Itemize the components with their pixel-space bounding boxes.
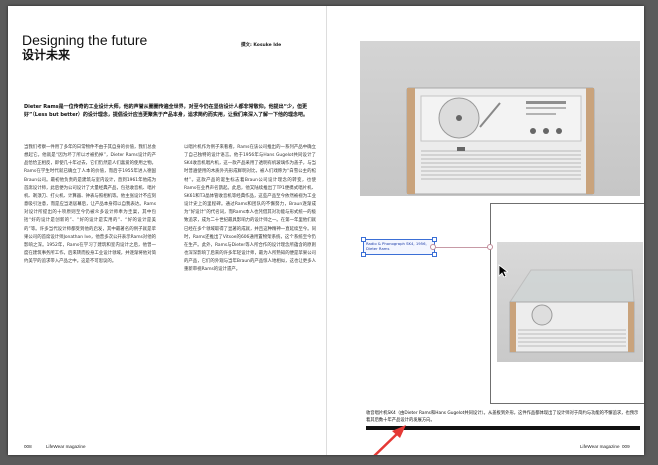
annotation-arrow-icon: [373, 425, 406, 455]
selection-handle-tl[interactable]: [361, 237, 366, 242]
selection-handle-tr[interactable]: [432, 237, 437, 242]
frame-link-line: [435, 247, 490, 248]
mouse-cursor-icon: [498, 264, 508, 278]
selection-handle-bl[interactable]: [361, 252, 366, 257]
link-handle-icon[interactable]: [430, 244, 436, 250]
selected-caption-frame[interactable]: Radio & Phonograph SK4, 1956, Dieter Ram…: [363, 239, 435, 255]
record-player-photo-small[interactable]: [490, 203, 644, 404]
body-column-2[interactable]: 以唱片机作为例子来看看，Rams在该公司推出的一系列产品中确立了自己独特的设计语…: [184, 144, 316, 275]
record-player-illustration-small: [509, 269, 635, 353]
spread-fold: [326, 6, 327, 455]
selected-caption-text: Radio & Phonograph SK4, 1956, Dieter Ram…: [366, 241, 427, 251]
record-player-photo-large[interactable]: [360, 41, 640, 196]
title-english[interactable]: Designing the future: [22, 32, 147, 48]
link-handle-icon[interactable]: [487, 244, 493, 250]
body-column-1[interactable]: 当我们考察一件用了多年的日常物件不由于其自身的价值，我们总会想起它。他就是“因为…: [24, 144, 156, 266]
magazine-spread: Designing the future 设计未来 撰文: Kosuke Ide…: [8, 6, 644, 455]
folio-left-magazine: LifeWear magazine: [46, 444, 86, 449]
folio-right-magazine: LifeWear magazine: [580, 444, 620, 449]
folio-right-number: 009: [622, 444, 630, 449]
folio-left-number: 008: [24, 444, 32, 449]
author-credit[interactable]: 撰文: Kosuke Ide: [241, 42, 281, 48]
lead-paragraph[interactable]: Dieter Rams是一位传奇的工业设计大师，他的声誉从圈圈传遍全世界，对至今…: [24, 103, 316, 119]
image-caption[interactable]: 收音唱片机SK4（由Dieter Rams和Hans Gugelot共同设计）。…: [366, 410, 642, 424]
selection-handle-br[interactable]: [432, 252, 437, 257]
photo-background: [497, 242, 643, 362]
title-chinese[interactable]: 设计未来: [22, 48, 70, 62]
record-player-illustration-large: [406, 87, 595, 195]
